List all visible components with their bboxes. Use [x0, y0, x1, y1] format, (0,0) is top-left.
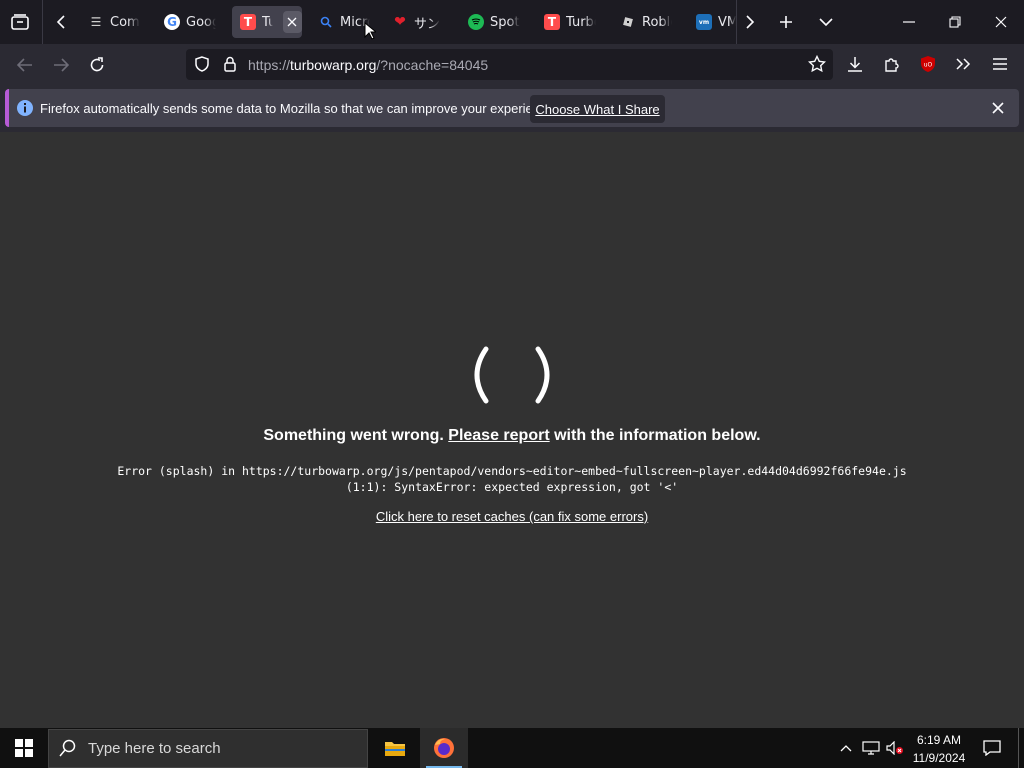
- url-prefix: https://: [248, 57, 291, 73]
- notifications-icon[interactable]: [978, 728, 1006, 768]
- tab-label: Comp: [110, 14, 140, 30]
- show-hidden-icons-chevron-icon[interactable]: [836, 738, 856, 758]
- reset-caches-link[interactable]: Click here to reset caches (can fix some…: [0, 509, 1024, 524]
- error-line: (1:1): SyntaxError: expected expression,…: [345, 480, 679, 494]
- info-icon: [17, 100, 33, 116]
- file-explorer-icon[interactable]: [372, 728, 418, 768]
- tab-label: Turbo: [566, 14, 596, 30]
- search-icon: [58, 738, 78, 758]
- error-headline: Something went wrong. Please report with…: [0, 427, 1024, 445]
- tab-label: Spoti: [490, 14, 520, 30]
- divider: [736, 0, 737, 44]
- extensions-puzzle-icon[interactable]: [880, 52, 904, 76]
- headline-text: with the information below.: [549, 427, 761, 444]
- tab-label: Roblo: [642, 14, 672, 30]
- error-line: Error (splash) in https://turbowarp.org/…: [117, 464, 907, 478]
- reload-icon[interactable]: [82, 50, 112, 80]
- windows-start-icon[interactable]: [0, 728, 48, 768]
- divider: [42, 0, 43, 44]
- tab-turbowarp[interactable]: T Turbo: [536, 6, 606, 38]
- scroll-tabs-right-icon[interactable]: [738, 6, 762, 38]
- stack-icon: ☰: [90, 15, 102, 29]
- url-host: turbowarp.org: [290, 57, 377, 73]
- notification-message: Firefox automatically sends some data to…: [40, 101, 558, 116]
- more-tools-chevron-icon[interactable]: [950, 52, 976, 76]
- show-desktop-button[interactable]: [1018, 728, 1024, 768]
- list-all-tabs-icon[interactable]: [812, 6, 840, 38]
- url-suffix: /?nocache=84045: [376, 57, 489, 73]
- tab-comp[interactable]: ☰ Comp: [80, 6, 152, 38]
- roblox-icon: [620, 14, 636, 30]
- choose-what-i-share-button[interactable]: Choose What I Share: [530, 95, 665, 123]
- minimize-icon[interactable]: [886, 0, 932, 44]
- tab-japanese[interactable]: ❤ サン: [384, 6, 448, 38]
- lock-icon[interactable]: [220, 54, 240, 74]
- forward-icon[interactable]: [46, 50, 76, 80]
- headline-text: Something went wrong.: [263, 427, 449, 444]
- close-tab-icon[interactable]: [282, 11, 302, 33]
- tab-turbowarp-active[interactable]: T Tu: [232, 6, 302, 38]
- url-text[interactable]: https://turbowarp.org/?nocache=84045: [248, 56, 488, 74]
- new-tab-icon[interactable]: [772, 6, 800, 38]
- button-label: Choose What I Share: [535, 101, 660, 117]
- tab-vmware[interactable]: vm VM: [688, 6, 736, 38]
- network-icon[interactable]: [860, 738, 882, 758]
- please-report-link[interactable]: Please report: [448, 427, 549, 444]
- tab-roblox[interactable]: Roblo: [612, 6, 684, 38]
- red-blob-icon: ❤: [394, 14, 406, 30]
- bookmark-star-icon[interactable]: [805, 52, 829, 76]
- tab-google[interactable]: G Goog: [156, 6, 228, 38]
- tab-label: Goog: [186, 14, 216, 30]
- error-details: Error (splash) in https://turbowarp.org/…: [0, 463, 1024, 495]
- tab-label: VM: [718, 14, 736, 30]
- tab-label: サン: [414, 16, 440, 32]
- volume-muted-icon[interactable]: [884, 738, 906, 758]
- tab-spotify[interactable]: Spoti: [460, 6, 530, 38]
- tab-label: Tu: [262, 14, 273, 30]
- ublock-origin-icon[interactable]: uO: [918, 54, 938, 74]
- close-notification-icon[interactable]: [986, 96, 1010, 120]
- clock-time: 6:19 AM: [916, 733, 962, 747]
- vmware-icon: vm: [696, 14, 712, 30]
- spotify-icon: [468, 14, 484, 30]
- loading-spinner-icon: [472, 345, 552, 405]
- google-icon: G: [164, 14, 180, 30]
- tracking-protection-shield-icon[interactable]: [192, 54, 212, 74]
- downloads-icon[interactable]: [843, 52, 867, 76]
- scroll-tabs-left-icon[interactable]: [48, 6, 74, 38]
- turbowarp-icon: T: [544, 14, 560, 30]
- close-window-icon[interactable]: [978, 0, 1024, 44]
- search-placeholder: Type here to search: [88, 740, 221, 757]
- restore-icon[interactable]: [932, 0, 978, 44]
- search-icon: [318, 14, 334, 30]
- system-clock[interactable]: 6:19 AM 11/9/2024: [906, 731, 972, 767]
- hamburger-menu-icon[interactable]: [988, 52, 1012, 76]
- mouse-cursor-icon: [364, 21, 378, 44]
- turbowarp-icon: T: [240, 14, 256, 30]
- back-icon[interactable]: [10, 50, 40, 80]
- clock-date: 11/9/2024: [912, 751, 966, 765]
- svg-text:uO: uO: [924, 62, 933, 69]
- firefox-view-icon[interactable]: [0, 0, 40, 44]
- firefox-taskbar-icon[interactable]: [420, 728, 468, 768]
